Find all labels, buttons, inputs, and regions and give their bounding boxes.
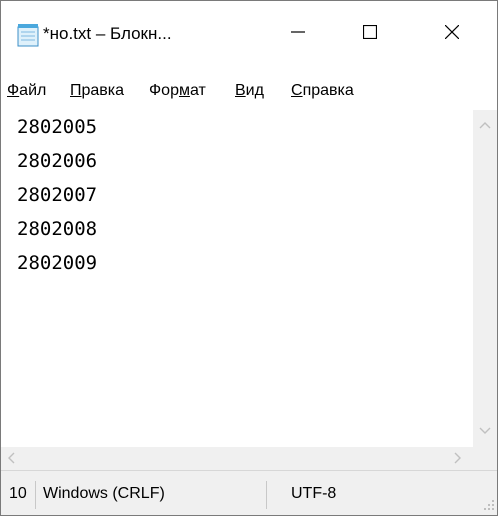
scrollbar-corner: [473, 447, 497, 470]
close-icon: [444, 24, 459, 44]
status-line-endings: Windows (CRLF): [43, 485, 165, 502]
minimize-button[interactable]: [262, 1, 334, 67]
menu-file-label: Файл: [7, 82, 47, 99]
text-line[interactable]: 2802005: [17, 110, 473, 144]
notepad-icon[interactable]: [17, 23, 39, 47]
status-bar: 10 Windows (CRLF) UTF-8: [1, 470, 497, 515]
menu-view[interactable]: Вид: [235, 77, 264, 105]
resize-grip-icon[interactable]: [483, 498, 495, 510]
text-line[interactable]: 2802009: [17, 246, 473, 280]
menu-help-label: Справка: [291, 82, 354, 99]
menu-format[interactable]: Формат: [149, 77, 206, 105]
menu-edit-label: Правка: [70, 82, 125, 99]
menu-view-label: Вид: [235, 82, 264, 99]
text-line[interactable]: 2802008: [17, 212, 473, 246]
text-editor[interactable]: 2802005 2802006 2802007 2802008 2802009: [17, 110, 473, 438]
menu-bar: Файл Правка Формат Вид Справка: [1, 77, 497, 105]
chevron-down-icon[interactable]: [478, 424, 492, 440]
vertical-scrollbar[interactable]: [473, 110, 497, 447]
status-divider: [35, 481, 36, 509]
text-line[interactable]: 2802007: [17, 178, 473, 212]
close-button[interactable]: [406, 1, 497, 67]
status-encoding: UTF-8: [291, 485, 337, 502]
menu-help[interactable]: Справка: [291, 77, 354, 105]
menu-file[interactable]: Файл: [7, 77, 46, 105]
status-position: 10: [9, 485, 27, 502]
horizontal-scrollbar[interactable]: [1, 447, 473, 470]
menu-format-label: Формат: [149, 82, 206, 99]
text-line[interactable]: 2802006: [17, 144, 473, 178]
maximize-icon: [362, 24, 378, 44]
menu-edit[interactable]: Правка: [70, 77, 124, 105]
minimize-icon: [291, 25, 305, 44]
chevron-right-icon[interactable]: [451, 451, 465, 467]
maximize-button[interactable]: [334, 1, 406, 67]
chevron-left-icon[interactable]: [4, 451, 18, 467]
chevron-up-icon[interactable]: [478, 118, 492, 134]
status-divider: [266, 481, 267, 509]
window-title: *но.txt – Блокн...: [43, 24, 172, 43]
title-bar[interactable]: *но.txt – Блокн...: [1, 1, 497, 67]
notepad-window: *но.txt – Блокн... Файл Правка Формат Ви…: [0, 0, 498, 516]
